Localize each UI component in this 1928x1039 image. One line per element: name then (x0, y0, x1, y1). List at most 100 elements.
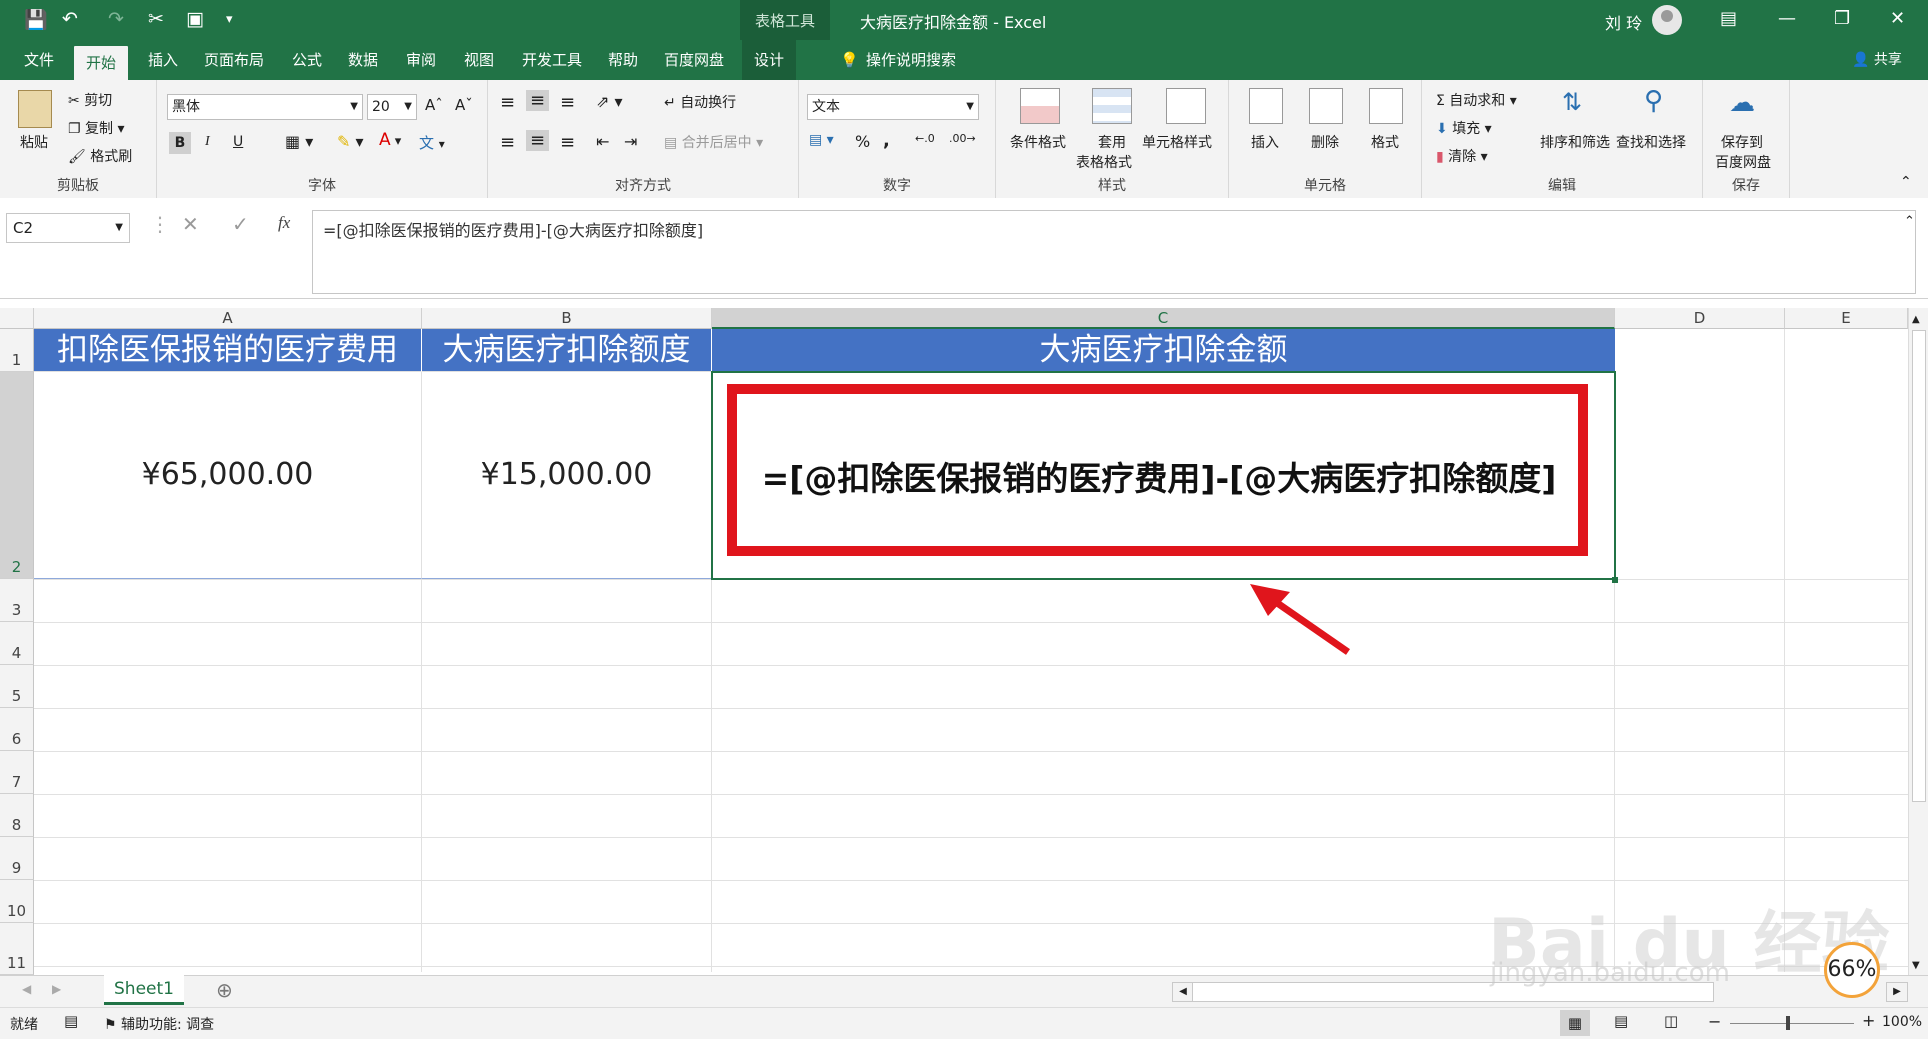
next-sheet-icon[interactable]: ▶ (52, 982, 61, 996)
copy-button[interactable]: ❐ 复制 ▾ (68, 118, 125, 138)
scroll-left-icon[interactable]: ◀ (1172, 982, 1194, 1002)
table-header-cell[interactable]: 大病医疗扣除额度 (422, 329, 712, 372)
row-header-5[interactable]: 5 (0, 665, 34, 708)
redo-icon[interactable]: ↷ (108, 8, 124, 30)
font-name-select[interactable]: 黑体 ▼ (167, 94, 363, 120)
find-select-icon[interactable]: ⚲ (1644, 86, 1663, 116)
align-left-icon[interactable]: ≡ (500, 132, 515, 153)
paste-icon[interactable] (18, 90, 52, 128)
orientation-icon[interactable]: ⇗ ▾ (596, 92, 623, 111)
row-header-6[interactable]: 6 (0, 708, 34, 751)
delete-cells-button[interactable]: 删除 (1311, 132, 1339, 152)
cell-styles-button[interactable]: 单元格样式 (1142, 132, 1212, 152)
user-name[interactable]: 刘 玲 (1605, 10, 1642, 34)
tab-formulas[interactable]: 公式 (280, 40, 334, 80)
fill-button[interactable]: ⬇ 填充 ▾ (1436, 118, 1492, 138)
tab-review[interactable]: 审阅 (394, 40, 448, 80)
column-header-a[interactable]: A (34, 308, 422, 329)
align-middle-icon[interactable]: ≡ (526, 90, 550, 111)
tab-file[interactable]: 文件 (12, 40, 66, 80)
page-break-view-icon[interactable]: ◫ (1664, 1012, 1678, 1030)
cell-styles-icon[interactable] (1166, 88, 1206, 124)
phonetic-icon[interactable]: 文 ▾ (419, 132, 445, 153)
row-header-10[interactable]: 10 (0, 880, 34, 923)
format-as-table-icon[interactable] (1092, 88, 1132, 124)
minimize-icon[interactable]: — (1778, 8, 1796, 29)
tab-help[interactable]: 帮助 (596, 40, 650, 80)
tab-home[interactable]: 开始 (74, 46, 129, 80)
sheet-tab-sheet1[interactable]: Sheet1 (104, 975, 184, 1005)
row-header-8[interactable]: 8 (0, 794, 34, 837)
page-layout-view-icon[interactable]: ▤ (1614, 1012, 1628, 1030)
comma-button[interactable]: , (883, 130, 890, 151)
vertical-scrollbar[interactable]: ▲ ▼ (1908, 308, 1928, 975)
confirm-entry-icon[interactable]: ✓ (232, 212, 249, 236)
screenshot-icon[interactable]: ▣ (186, 8, 204, 30)
table-data-cell[interactable]: ¥15,000.00 (422, 372, 712, 579)
scroll-up-icon[interactable]: ▲ (1912, 314, 1920, 325)
zoom-out-icon[interactable]: − (1708, 1012, 1721, 1031)
column-header-c[interactable]: C (712, 308, 1615, 329)
bold-button[interactable]: B (169, 132, 191, 154)
column-header-b[interactable]: B (422, 308, 712, 329)
zoom-level[interactable]: 100% (1882, 1014, 1922, 1030)
tab-developer[interactable]: 开发工具 (510, 40, 594, 80)
decrease-decimal-icon[interactable]: .00→ (949, 132, 976, 145)
find-select-button[interactable]: 查找和选择 (1616, 132, 1686, 152)
delete-cells-icon[interactable] (1309, 88, 1343, 124)
save-icon[interactable]: 💾 (24, 8, 48, 31)
underline-button[interactable]: U (233, 134, 243, 150)
autosum-button[interactable]: Σ 自动求和 ▾ (1436, 90, 1517, 110)
align-center-icon[interactable]: ≡ (526, 130, 550, 151)
row-header-3[interactable]: 3 (0, 579, 34, 622)
vertical-scroll-thumb[interactable] (1912, 330, 1926, 802)
row-header-9[interactable]: 9 (0, 837, 34, 880)
table-data-cell[interactable]: ¥65,000.00 (34, 372, 422, 579)
name-box[interactable]: C2 ▼ (6, 213, 130, 243)
font-size-select[interactable]: 20 ▼ (367, 94, 417, 120)
tab-page-layout[interactable]: 页面布局 (192, 40, 276, 80)
select-all-corner[interactable] (0, 308, 34, 329)
tab-design[interactable]: 设计 (742, 40, 797, 80)
conditional-format-icon[interactable] (1020, 88, 1060, 124)
number-format-select[interactable]: 文本 ▼ (807, 94, 979, 120)
merge-center-button[interactable]: ▤ 合并后居中 ▾ (664, 132, 763, 152)
clear-button[interactable]: ▮ 清除 ▾ (1436, 146, 1488, 166)
add-sheet-icon[interactable]: ⊕ (216, 978, 233, 1002)
scroll-down-icon[interactable]: ▼ (1912, 960, 1920, 971)
align-right-icon[interactable]: ≡ (560, 132, 575, 153)
wrap-text-button[interactable]: ↵ 自动换行 (664, 92, 736, 112)
tab-baidu-netdisk[interactable]: 百度网盘 (652, 40, 736, 80)
customize-qat-icon[interactable]: ▾ (226, 12, 233, 27)
sort-filter-button[interactable]: 排序和筛选 (1540, 132, 1610, 152)
format-cells-icon[interactable] (1369, 88, 1403, 124)
macro-record-icon[interactable]: ▤ (64, 1012, 78, 1030)
format-cells-button[interactable]: 格式 (1371, 132, 1399, 152)
table-header-cell[interactable]: 扣除医保报销的医疗费用 (34, 329, 422, 372)
align-top-icon[interactable]: ≡ (500, 92, 515, 113)
cut-button[interactable]: ✂ 剪切 (68, 90, 112, 110)
row-header-1[interactable]: 1 (0, 329, 34, 372)
restore-icon[interactable]: ❐ (1834, 8, 1850, 29)
baidu-cloud-icon[interactable]: ☁ (1729, 88, 1755, 118)
sort-filter-icon[interactable]: ⇅ (1562, 88, 1582, 116)
table-header-cell[interactable]: 大病医疗扣除金额 (712, 329, 1615, 372)
close-icon[interactable]: ✕ (1890, 8, 1905, 29)
save-to-baidu-button[interactable]: 保存到 (1721, 132, 1763, 152)
collapse-ribbon-icon[interactable]: ⌃ (1900, 174, 1912, 190)
increase-font-icon[interactable]: Aˆ (425, 96, 443, 114)
fill-handle[interactable] (1612, 577, 1618, 583)
zoom-slider-thumb[interactable] (1786, 1016, 1790, 1030)
currency-format-icon[interactable]: ▤ ▾ (809, 132, 834, 148)
share-button[interactable]: 👤 共享 (1840, 40, 1914, 80)
row-header-4[interactable]: 4 (0, 622, 34, 665)
italic-button[interactable]: I (205, 134, 210, 150)
tab-view[interactable]: 视图 (452, 40, 506, 80)
paste-button[interactable]: 粘贴 (20, 132, 48, 152)
font-color-icon[interactable]: A ▾ (379, 130, 401, 150)
decrease-font-icon[interactable]: Aˇ (455, 96, 473, 114)
conditional-format-button[interactable]: 条件格式 (1010, 132, 1066, 152)
insert-function-button[interactable]: fx (278, 213, 290, 233)
formula-input[interactable]: =[@扣除医保报销的医疗费用]-[@大病医疗扣除额度] (312, 210, 1916, 294)
row-header-7[interactable]: 7 (0, 751, 34, 794)
